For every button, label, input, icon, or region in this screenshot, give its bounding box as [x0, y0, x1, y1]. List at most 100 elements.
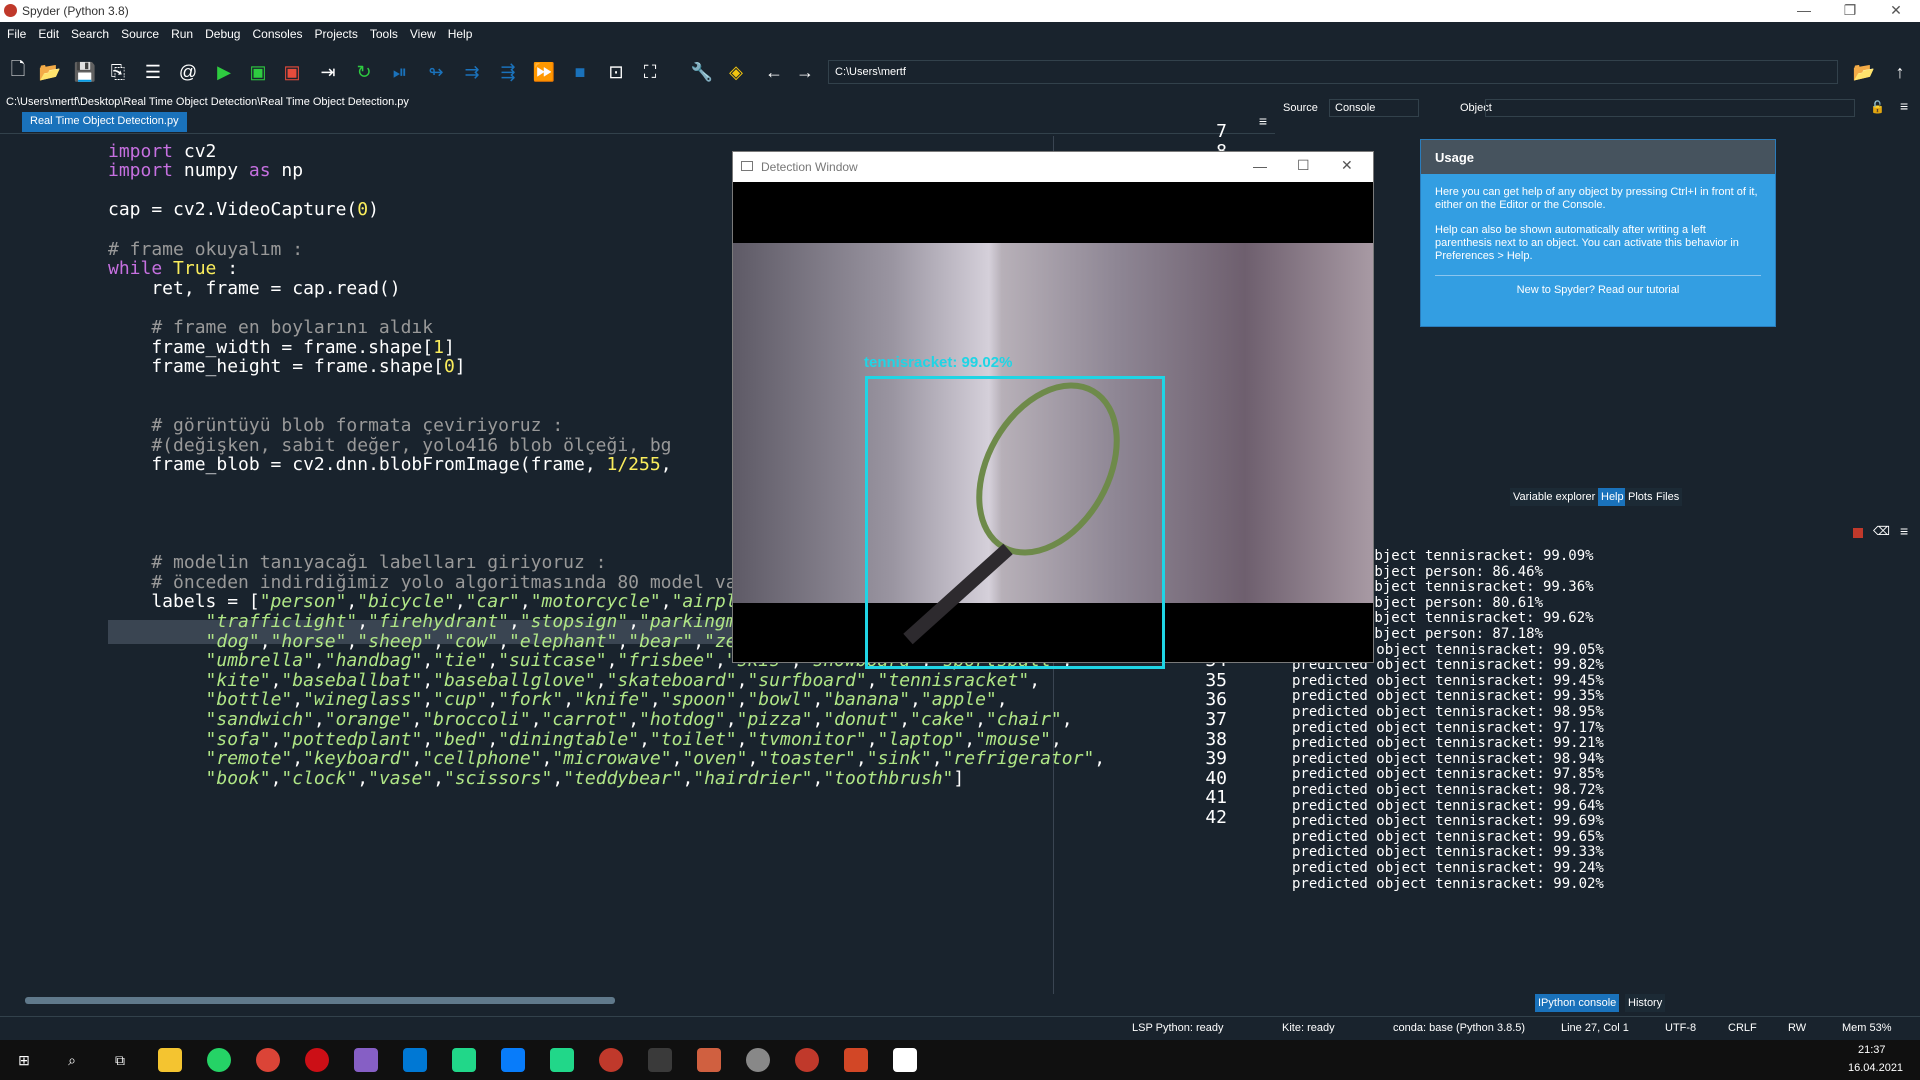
browse-tabs-icon[interactable]: ☰ [141, 60, 165, 84]
powerpoint-icon[interactable] [844, 1048, 868, 1072]
search-icon[interactable]: ⌕ [60, 1048, 84, 1072]
menu-help[interactable]: Help [441, 22, 478, 41]
rider-icon[interactable] [501, 1048, 525, 1072]
clock-date[interactable]: 16.04.2021 [1848, 1062, 1903, 1074]
back-arrow-icon[interactable]: ← [762, 60, 786, 84]
editor-options-menu-icon[interactable]: ≡ [1259, 113, 1267, 129]
detection-window-titlebar[interactable]: Detection Window — ☐ ✕ [733, 152, 1373, 182]
rerun-icon[interactable]: ↻ [352, 60, 376, 84]
console-output-line: predicted object tennisracket: 97.85% [1292, 766, 1604, 783]
stop-debug-icon[interactable]: ■ [568, 60, 592, 84]
detection-minimize-button[interactable]: — [1253, 158, 1267, 174]
stop-kernel-icon[interactable] [1853, 528, 1863, 538]
menu-file[interactable]: File [0, 22, 31, 41]
opera-icon[interactable] [305, 1048, 329, 1072]
lock-icon[interactable]: 🔓 [1870, 100, 1885, 114]
step-return-icon[interactable]: ⇶ [496, 60, 520, 84]
object-input[interactable] [1485, 99, 1855, 117]
chrome-icon[interactable] [256, 1048, 280, 1072]
usage-footer-link[interactable]: New to Spyder? Read our tutorial [1421, 284, 1775, 297]
help-pane: Source Console Object 🔓 ≡ Usage Here you… [1280, 96, 1920, 526]
step-into-icon[interactable]: ⇉ [460, 60, 484, 84]
tab-help[interactable]: Help [1598, 488, 1627, 506]
menu-consoles[interactable]: Consoles [245, 22, 307, 41]
whatsapp-icon[interactable] [207, 1048, 231, 1072]
spyder-instance-icon[interactable] [795, 1048, 819, 1072]
close-button[interactable]: ✕ [1876, 2, 1916, 19]
window-titlebar: Spyder (Python 3.8) — ❐ ✕ [0, 0, 1920, 22]
app-icon[interactable] [746, 1048, 770, 1072]
code-line: # frame en boylarını aldık [108, 317, 434, 338]
menu-debug[interactable]: Debug [198, 22, 245, 41]
save-all-icon[interactable]: ⎘ [106, 60, 130, 84]
menu-bar: File Edit Search Source Run Debug Consoles Proj… [0, 22, 1920, 46]
tab-real-time-object-detection[interactable]: Real Time Object Detection.py [22, 112, 187, 132]
python-path-icon[interactable]: ◈ [724, 60, 748, 84]
at-icon[interactable]: @ [176, 60, 200, 84]
code-line: frame_blob = cv2.dnn.blobFromImage(frame… [108, 454, 672, 476]
console-output-line: predicted object tennisracket: 99.65% [1292, 828, 1604, 845]
windows-start-icon[interactable]: ⊞ [12, 1048, 36, 1072]
detection-window[interactable]: Detection Window — ☐ ✕ tennisracket: 99.… [732, 151, 1374, 669]
notepad-icon[interactable] [893, 1048, 917, 1072]
console-options-menu-icon[interactable]: ≡ [1900, 523, 1908, 539]
maximize-button[interactable]: ❐ [1830, 2, 1870, 19]
wrench-icon[interactable]: 🔧 [690, 60, 714, 84]
pycharm-icon[interactable] [550, 1048, 574, 1072]
menu-source[interactable]: Source [114, 22, 164, 41]
help-options-menu-icon[interactable]: ≡ [1900, 98, 1908, 114]
menu-view[interactable]: View [403, 22, 441, 41]
scrollbar-thumb[interactable] [25, 997, 615, 1004]
menu-projects[interactable]: Projects [308, 22, 363, 41]
run-icon[interactable]: ▶ [212, 60, 236, 84]
menu-edit[interactable]: Edit [31, 22, 64, 41]
maximize-pane-icon[interactable]: ⊡ [604, 60, 628, 84]
detection-maximize-button[interactable]: ☐ [1297, 157, 1310, 174]
source-label: Source [1283, 102, 1318, 114]
save-icon[interactable]: 💾 [73, 60, 97, 84]
tab-ipython-console[interactable]: IPython console [1535, 994, 1620, 1012]
run-cell-icon[interactable]: ▣ [246, 60, 270, 84]
ipython-console[interactable]: ⌫ ≡ object tennisracket: 99.09% object pe… [1280, 523, 1920, 1016]
run-selection-icon[interactable]: ⇥ [316, 60, 340, 84]
continue-icon[interactable]: ⏩ [532, 60, 556, 84]
snipping-tool-icon[interactable] [697, 1048, 721, 1072]
code-line: "book","clock","vase","scissors","teddyb… [205, 767, 965, 789]
step-icon[interactable]: ↬ [424, 60, 448, 84]
task-view-icon[interactable]: ⧉ [108, 1048, 132, 1072]
source-select[interactable]: Console [1329, 99, 1419, 117]
menu-run[interactable]: Run [164, 22, 198, 41]
clock-time[interactable]: 21:37 [1858, 1044, 1886, 1056]
clear-console-icon[interactable]: ⌫ [1873, 524, 1890, 538]
visual-studio-icon[interactable] [354, 1048, 378, 1072]
tab-plots[interactable]: Plots [1625, 488, 1656, 506]
vscode-icon[interactable] [403, 1048, 427, 1072]
tab-files[interactable]: Files [1653, 488, 1683, 506]
kite-status[interactable]: Kite: ready [1282, 1022, 1335, 1034]
file-explorer-icon[interactable] [158, 1048, 182, 1072]
browse-folder-icon[interactable]: 📂 [1852, 60, 1876, 84]
editor-horizontal-scrollbar[interactable] [20, 994, 1235, 1006]
line-number: 38 [1205, 728, 1227, 750]
open-file-icon[interactable]: 📂 [38, 60, 62, 84]
detection-close-button[interactable]: ✕ [1341, 157, 1353, 174]
fullscreen-icon[interactable]: ⛶ [638, 60, 662, 84]
menu-search[interactable]: Search [64, 22, 114, 41]
window-title: Spyder (Python 3.8) [22, 4, 129, 18]
virtualbox-icon[interactable] [648, 1048, 672, 1072]
debug-icon[interactable]: ⏯ [388, 60, 412, 84]
clion-icon[interactable] [452, 1048, 476, 1072]
menu-tools[interactable]: Tools [363, 22, 403, 41]
code-line: # önceden indirdiğimiz yolo algoritmasın… [108, 571, 770, 593]
minimize-button[interactable]: — [1784, 2, 1824, 18]
new-file-icon[interactable]: 🗋 [6, 59, 30, 84]
spyder-taskbar-icon[interactable] [599, 1048, 623, 1072]
parent-directory-icon[interactable]: ↑ [1888, 60, 1912, 84]
tab-history[interactable]: History [1625, 994, 1666, 1012]
tab-variable-explorer[interactable]: Variable explorer [1510, 488, 1599, 506]
console-output-line: object tennisracket: 99.09% [1366, 548, 1594, 564]
working-directory-input[interactable]: C:\Users\mertf [828, 60, 1838, 84]
console-output-line: predicted object tennisracket: 99.02% [1292, 875, 1604, 892]
run-cell-advance-icon[interactable]: ▣ [280, 60, 304, 84]
forward-arrow-icon[interactable]: → [793, 60, 817, 84]
